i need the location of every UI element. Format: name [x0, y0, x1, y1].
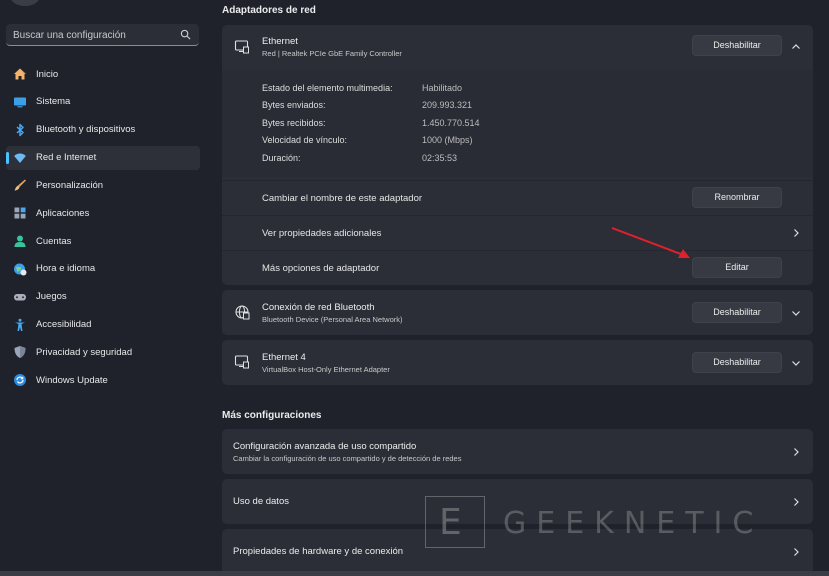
ethernet-monitor-icon	[234, 355, 249, 369]
sidebar-item-label: Personalización	[36, 179, 104, 191]
bluetooth-adapter-title: Conexión de red Bluetooth	[262, 302, 375, 313]
sidebar: Inicio Sistema Bluetooth y dispositivos …	[0, 0, 208, 576]
chevron-up-icon[interactable]	[791, 42, 801, 52]
sidebar-item-label: Windows Update	[36, 374, 108, 386]
taskbar-edge	[0, 571, 829, 576]
ethernet4-title: Ethernet 4	[262, 352, 306, 363]
sidebar-item-label: Sistema	[36, 96, 71, 108]
sidebar-item-label: Juegos	[36, 291, 67, 303]
sidebar-item-label: Accesibilidad	[36, 319, 92, 331]
ethernet-monitor-icon	[234, 40, 249, 54]
search-icon[interactable]	[180, 29, 191, 40]
search-input[interactable]	[13, 27, 173, 43]
sidebar-item-label: Privacidad y seguridad	[36, 346, 133, 358]
account-icon	[12, 233, 28, 249]
detail-label: Bytes enviados:	[262, 100, 326, 110]
detail-value: 1000 (Mbps)	[422, 135, 473, 145]
ethernet-details: Estado del elemento multimedia: Habilita…	[222, 70, 813, 177]
detail-label: Estado del elemento multimedia:	[262, 83, 393, 93]
sidebar-item-label: Aplicaciones	[36, 207, 90, 219]
detail-label: Bytes recibidos:	[262, 118, 326, 128]
chevron-right-icon	[794, 548, 799, 556]
ethernet4-disable-button[interactable]: Deshabilitar	[692, 352, 782, 373]
ethernet-subtitle: Red | Realtek PCIe GbE Family Controller	[262, 49, 402, 58]
accessibility-icon	[12, 317, 28, 333]
sidebar-item-label: Bluetooth y dispositivos	[36, 124, 136, 136]
detail-value: 02:35:53	[422, 153, 458, 163]
gamepad-icon	[12, 289, 28, 305]
sidebar-item-label: Red e Internet	[36, 152, 97, 164]
shield-icon	[12, 344, 28, 360]
rename-button[interactable]: Renombrar	[692, 187, 782, 208]
rename-row: Cambiar el nombre de este adaptador Reno…	[222, 180, 813, 214]
sidebar-item-red-internet[interactable]: Red e Internet	[6, 145, 200, 170]
bluetooth-adapter-subtitle: Bluetooth Device (Personal Area Network)	[262, 315, 403, 324]
sidebar-item-label: Hora e idioma	[36, 263, 96, 275]
sidebar-item-personalizacion[interactable]: Personalización	[6, 173, 200, 197]
detail-value: Habilitado	[422, 83, 463, 93]
sidebar-item-inicio[interactable]: Inicio	[6, 62, 200, 86]
data-usage-title: Uso de datos	[233, 496, 289, 507]
ethernet4-adapter-card[interactable]: Ethernet 4 VirtualBox Host-Only Ethernet…	[222, 340, 813, 385]
edit-button[interactable]: Editar	[692, 257, 782, 278]
sharing-title: Configuración avanzada de uso compartido	[233, 441, 417, 452]
chevron-right-icon	[794, 229, 799, 237]
globe-clock-icon	[12, 261, 28, 277]
search-box[interactable]	[6, 24, 199, 46]
home-icon	[12, 66, 28, 82]
section-title-mas-configuraciones: Más configuraciones	[222, 410, 322, 421]
sidebar-item-label: Cuentas	[36, 235, 72, 247]
ethernet-title: Ethernet	[262, 36, 298, 47]
bluetooth-adapter-card[interactable]: Conexión de red Bluetooth Bluetooth Devi…	[222, 290, 813, 335]
detail-value: 1.450.770.514	[422, 118, 480, 128]
detail-label: Velocidad de vínculo:	[262, 135, 348, 145]
hardware-title: Propiedades de hardware y de conexión	[233, 546, 404, 557]
sidebar-item-cuentas[interactable]: Cuentas	[6, 229, 200, 253]
ethernet4-subtitle: VirtualBox Host-Only Ethernet Adapter	[262, 365, 390, 374]
update-icon	[12, 372, 28, 388]
apps-icon	[12, 205, 28, 221]
sharing-subtitle: Cambiar la configuración de uso comparti…	[233, 454, 462, 463]
sidebar-nav: Inicio Sistema Bluetooth y dispositivos …	[6, 62, 200, 396]
bluetooth-icon	[12, 122, 28, 138]
sidebar-item-hora-idioma[interactable]: Hora e idioma	[6, 257, 200, 281]
chevron-right-icon	[794, 498, 799, 506]
rename-label: Cambiar el nombre de este adaptador	[262, 193, 423, 204]
globe-network-icon	[235, 305, 250, 320]
hardware-properties-card[interactable]: Propiedades de hardware y de conexión	[222, 529, 813, 574]
sidebar-item-privacidad[interactable]: Privacidad y seguridad	[6, 340, 200, 364]
sidebar-item-accesibilidad[interactable]: Accesibilidad	[6, 313, 200, 337]
data-usage-card[interactable]: Uso de datos	[222, 479, 813, 524]
properties-label: Ver propiedades adicionales	[262, 228, 382, 239]
chevron-down-icon[interactable]	[791, 358, 801, 368]
avatar[interactable]	[10, 0, 40, 6]
detail-label: Duración:	[262, 153, 301, 163]
more-options-row: Más opciones de adaptador Editar	[222, 250, 813, 284]
brush-icon	[12, 177, 28, 193]
sidebar-item-bluetooth[interactable]: Bluetooth y dispositivos	[6, 118, 200, 142]
ethernet-disable-button[interactable]: Deshabilitar	[692, 35, 782, 56]
more-options-label: Más opciones de adaptador	[262, 263, 380, 274]
bluetooth-disable-button[interactable]: Deshabilitar	[692, 302, 782, 323]
wifi-network-icon	[12, 150, 28, 166]
section-title-adaptadores: Adaptadores de red	[222, 5, 316, 16]
monitor-icon	[12, 94, 28, 110]
sidebar-item-juegos[interactable]: Juegos	[6, 285, 200, 309]
ethernet-adapter-card: Ethernet Red | Realtek PCIe GbE Family C…	[222, 25, 813, 285]
detail-value: 209.993.321	[422, 100, 473, 110]
chevron-right-icon	[794, 448, 799, 456]
sidebar-item-aplicaciones[interactable]: Aplicaciones	[6, 201, 200, 225]
properties-row[interactable]: Ver propiedades adicionales	[222, 215, 813, 249]
ethernet-header[interactable]: Ethernet Red | Realtek PCIe GbE Family C…	[222, 25, 813, 70]
sidebar-item-windows-update[interactable]: Windows Update	[6, 368, 200, 392]
chevron-down-icon[interactable]	[791, 308, 801, 318]
sidebar-item-sistema[interactable]: Sistema	[6, 90, 200, 114]
sidebar-item-label: Inicio	[36, 68, 59, 80]
sharing-settings-card[interactable]: Configuración avanzada de uso compartido…	[222, 429, 813, 474]
